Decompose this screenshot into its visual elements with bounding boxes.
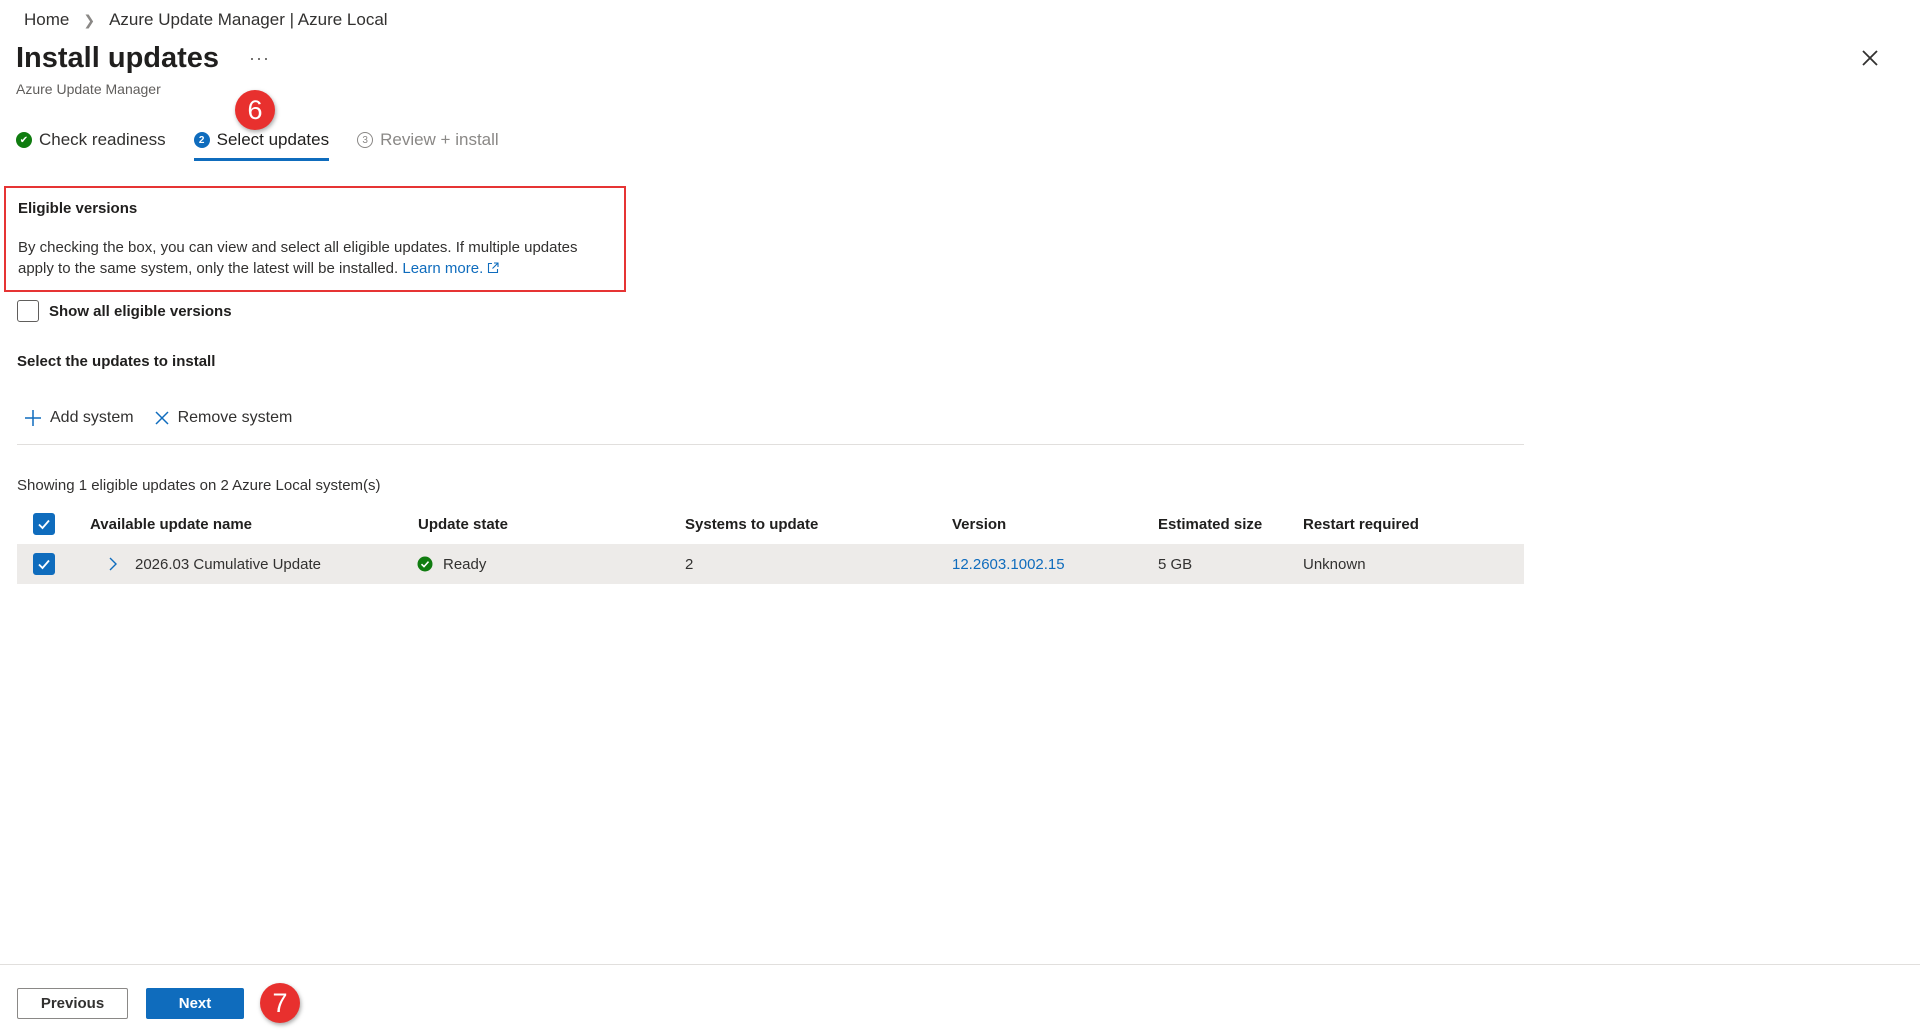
show-all-checkbox[interactable] xyxy=(17,300,39,322)
version-link[interactable]: 12.2603.1002.15 xyxy=(952,556,1065,573)
eligible-versions-info: Eligible versions By checking the box, y… xyxy=(4,186,626,292)
step-label: Select updates xyxy=(216,130,330,149)
update-name: 2026.03 Cumulative Update xyxy=(135,555,321,573)
callout-badge-7: 7 xyxy=(260,983,300,1023)
tab-review-install[interactable]: 3 Review + install xyxy=(357,130,499,158)
select-all-checkbox[interactable] xyxy=(33,513,55,535)
chevron-right-icon[interactable] xyxy=(107,556,119,572)
close-icon xyxy=(155,411,169,425)
add-system-button[interactable]: Add system xyxy=(24,409,134,427)
column-header-systems[interactable]: Systems to update xyxy=(685,516,818,533)
eligible-versions-title: Eligible versions xyxy=(18,200,138,217)
column-header-name[interactable]: Available update name xyxy=(90,516,252,533)
breadcrumb-current[interactable]: Azure Update Manager | Azure Local xyxy=(109,10,387,30)
tab-select-updates[interactable]: 2 Select updates xyxy=(193,130,330,161)
checkmark-icon xyxy=(38,519,50,530)
breadcrumb: Home ❯ Azure Update Manager | Azure Loca… xyxy=(24,10,388,30)
learn-more-link[interactable]: Learn more. xyxy=(402,260,499,277)
column-header-size[interactable]: Estimated size xyxy=(1158,516,1262,533)
previous-button[interactable]: Previous xyxy=(17,988,128,1019)
section-title: Select the updates to install xyxy=(17,353,216,370)
callout-badge-6: 6 xyxy=(235,90,275,130)
show-all-versions[interactable]: Show all eligible versions xyxy=(17,300,232,322)
checkmark-icon xyxy=(38,559,50,570)
column-header-state[interactable]: Update state xyxy=(418,516,508,533)
footer-divider xyxy=(0,964,1920,965)
wizard-steps: ✔ Check readiness 2 Select updates 3 Rev… xyxy=(16,130,527,166)
row-select-cell xyxy=(33,553,55,575)
column-header-restart[interactable]: Restart required xyxy=(1303,516,1419,533)
results-summary: Showing 1 eligible updates on 2 Azure Lo… xyxy=(17,477,381,494)
chevron-right-icon: ❯ xyxy=(83,11,96,28)
plus-icon xyxy=(25,410,41,426)
close-icon[interactable] xyxy=(1858,46,1882,70)
column-header-version[interactable]: Version xyxy=(952,516,1006,533)
external-link-icon xyxy=(488,262,499,274)
toolbar: Add system Remove system xyxy=(24,409,312,427)
divider xyxy=(17,444,1524,445)
table-row[interactable]: 2026.03 Cumulative Update Ready 2 12.260… xyxy=(17,544,1524,584)
restart-required: Unknown xyxy=(1303,555,1366,573)
more-options-icon[interactable]: ··· xyxy=(249,48,270,69)
title-row: Install updates ··· xyxy=(16,42,270,75)
tab-check-readiness[interactable]: ✔ Check readiness xyxy=(16,130,166,158)
page-title: Install updates xyxy=(16,42,220,74)
page-subtitle: Azure Update Manager xyxy=(16,81,161,97)
update-state: Ready xyxy=(443,555,487,573)
remove-system-button[interactable]: Remove system xyxy=(154,409,293,427)
estimated-size: 5 GB xyxy=(1158,555,1193,573)
step-number-icon: 2 xyxy=(193,132,210,148)
learn-more-label: Learn more. xyxy=(402,260,484,277)
systems-count: 2 xyxy=(685,555,694,573)
breadcrumb-home[interactable]: Home xyxy=(24,10,69,30)
eligible-versions-description: By checking the box, you can view and se… xyxy=(18,237,612,279)
step-number-icon: 3 xyxy=(357,132,374,148)
row-checkbox[interactable] xyxy=(33,553,55,575)
next-button[interactable]: Next xyxy=(146,988,244,1019)
show-all-label: Show all eligible versions xyxy=(49,302,232,320)
step-label: Check readiness xyxy=(39,130,166,149)
update-name-cell: 2026.03 Cumulative Update xyxy=(107,556,321,573)
update-state-cell: Ready xyxy=(417,556,486,573)
select-all-cell xyxy=(33,513,55,535)
table-header: Available update name Update state Syste… xyxy=(17,504,1524,544)
remove-system-label: Remove system xyxy=(177,409,293,426)
add-system-label: Add system xyxy=(50,409,134,426)
updates-table: Available update name Update state Syste… xyxy=(17,504,1524,584)
step-label: Review + install xyxy=(380,130,499,149)
checkmark-circle-icon: ✔ xyxy=(16,132,32,148)
success-check-icon xyxy=(417,556,433,572)
